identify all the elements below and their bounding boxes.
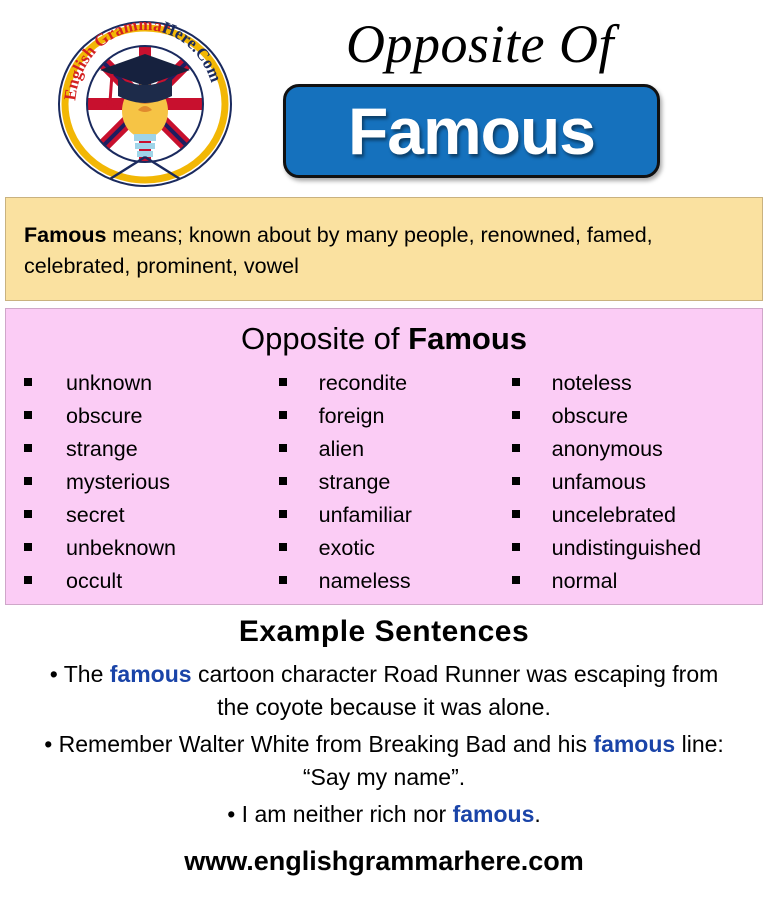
opposites-column-3: noteless obscure anonymous unfamous uncelebr… <box>511 367 764 598</box>
opposite-word-row: secret <box>24 499 267 532</box>
opposite-word-label: noteless <box>551 371 632 395</box>
opposite-word-row: nameless <box>278 565 512 598</box>
square-bullet-icon <box>278 444 287 452</box>
english-grammar-here-logo: English Grammar Here.Com <box>48 16 242 188</box>
page-header: English Grammar Here.Com Opposite Of Fam… <box>0 0 768 196</box>
opposite-word-label: foreign <box>318 404 385 428</box>
square-bullet-icon <box>24 576 32 584</box>
square-bullet-icon <box>24 378 32 386</box>
definition-box: Famous means; known about by many people… <box>5 197 763 301</box>
opposite-word-row: undistinguished <box>511 532 764 565</box>
square-bullet-icon <box>24 543 32 551</box>
opposites-column-2: recondite foreign alien strange unfamiliar ex… <box>267 367 512 598</box>
example-sentence-list: • The famous cartoon character Road Runn… <box>0 658 768 831</box>
definition-word: Famous <box>24 223 107 247</box>
square-bullet-icon <box>511 576 520 584</box>
opposite-word-label: anonymous <box>551 437 663 461</box>
sentence-text: Remember Walter White from Breaking Bad … <box>58 731 594 757</box>
sentence-text: cartoon character Road Runner was escapi… <box>191 661 719 720</box>
opposite-word-label: uncelebrated <box>551 503 676 527</box>
footer-url: www.englishgrammarhere.com <box>184 846 584 876</box>
opposites-box: Opposite of Famous unknown obscure strange… <box>5 308 763 605</box>
opposite-word-row: unfamous <box>511 466 764 499</box>
opposite-word-label: obscure <box>551 404 629 428</box>
opposite-word-label: normal <box>551 569 618 593</box>
square-bullet-icon <box>24 411 32 419</box>
opposites-heading: Opposite of Famous <box>6 309 762 359</box>
opposite-word-row: alien <box>278 433 512 466</box>
opposite-word-label: strange <box>66 437 138 461</box>
definition-body: means; known about by many people, renow… <box>24 223 653 278</box>
opposite-word-row: exotic <box>278 532 512 565</box>
opposite-word-label: exotic <box>318 536 375 560</box>
bullet-icon: • <box>44 731 59 757</box>
opposite-word-label: secret <box>66 503 125 527</box>
sentence-text: I am neither rich nor <box>241 801 453 827</box>
opposite-word-row: mysterious <box>24 466 267 499</box>
opposite-word-row: noteless <box>511 367 764 400</box>
opposite-word-row: anonymous <box>511 433 764 466</box>
opposite-word-label: unbeknown <box>66 536 176 560</box>
square-bullet-icon <box>511 444 520 452</box>
opposite-word-label: alien <box>318 437 365 461</box>
square-bullet-icon <box>511 477 520 485</box>
square-bullet-icon <box>278 477 287 485</box>
square-bullet-icon <box>278 510 287 518</box>
square-bullet-icon <box>278 378 287 386</box>
opposites-columns: unknown obscure strange mysterious secret unb… <box>6 367 764 598</box>
keyword-famous: famous <box>109 661 192 687</box>
opposite-word-label: undistinguished <box>551 536 702 560</box>
opposite-word-row: strange <box>278 466 512 499</box>
opposite-word-row: strange <box>24 433 267 466</box>
opposites-heading-word: Famous <box>408 321 527 356</box>
sentence-text: . <box>534 801 541 827</box>
opposite-word-row: unknown <box>24 367 267 400</box>
opposite-word-label: strange <box>318 470 391 494</box>
opposite-word-label: recondite <box>318 371 408 395</box>
opposites-heading-prefix: Opposite of <box>240 321 409 356</box>
opposite-word-label: mysterious <box>66 470 170 494</box>
headword-text: Famous <box>347 94 596 168</box>
opposite-word-label: unfamous <box>551 470 647 494</box>
bullet-icon: • <box>227 801 242 827</box>
square-bullet-icon <box>511 378 520 386</box>
keyword-famous: famous <box>593 731 676 757</box>
opposite-word-label: obscure <box>66 404 143 428</box>
opposite-word-row: unfamiliar <box>278 499 512 532</box>
example-sentence: • Remember Walter White from Breaking Ba… <box>0 728 768 794</box>
opposite-word-row: foreign <box>278 400 512 433</box>
headword-badge: Famous <box>283 84 660 178</box>
keyword-famous: famous <box>452 801 535 827</box>
square-bullet-icon <box>24 444 32 452</box>
opposite-word-row: occult <box>24 565 267 598</box>
square-bullet-icon <box>278 543 287 551</box>
bullet-icon: • <box>49 661 64 687</box>
square-bullet-icon <box>278 576 287 584</box>
sentence-text: The <box>63 661 110 687</box>
opposites-column-1: unknown obscure strange mysterious secret unb… <box>6 367 267 598</box>
opposite-word-label: unknown <box>66 371 153 395</box>
example-sentence: • I am neither rich nor famous. <box>0 798 768 831</box>
opposite-word-label: unfamiliar <box>318 503 412 527</box>
page-title: Opposite Of <box>346 14 614 74</box>
opposite-word-row: uncelebrated <box>511 499 764 532</box>
definition-text: Famous means; known about by many people… <box>24 220 744 282</box>
square-bullet-icon <box>511 411 520 419</box>
examples-heading: Example Sentences <box>238 615 530 648</box>
square-bullet-icon <box>511 510 520 518</box>
opposite-word-row: obscure <box>511 400 764 433</box>
opposite-word-row: unbeknown <box>24 532 267 565</box>
examples-section: Example Sentences • The famous cartoon c… <box>0 610 768 881</box>
square-bullet-icon <box>511 543 520 551</box>
example-sentence: • The famous cartoon character Road Runn… <box>0 658 768 724</box>
opposite-word-row: recondite <box>278 367 512 400</box>
square-bullet-icon <box>24 510 32 518</box>
opposite-word-row: obscure <box>24 400 267 433</box>
opposite-word-row: normal <box>511 565 764 598</box>
square-bullet-icon <box>278 411 287 419</box>
opposite-word-label: nameless <box>318 569 411 593</box>
opposite-word-label: occult <box>66 569 123 593</box>
square-bullet-icon <box>24 477 32 485</box>
